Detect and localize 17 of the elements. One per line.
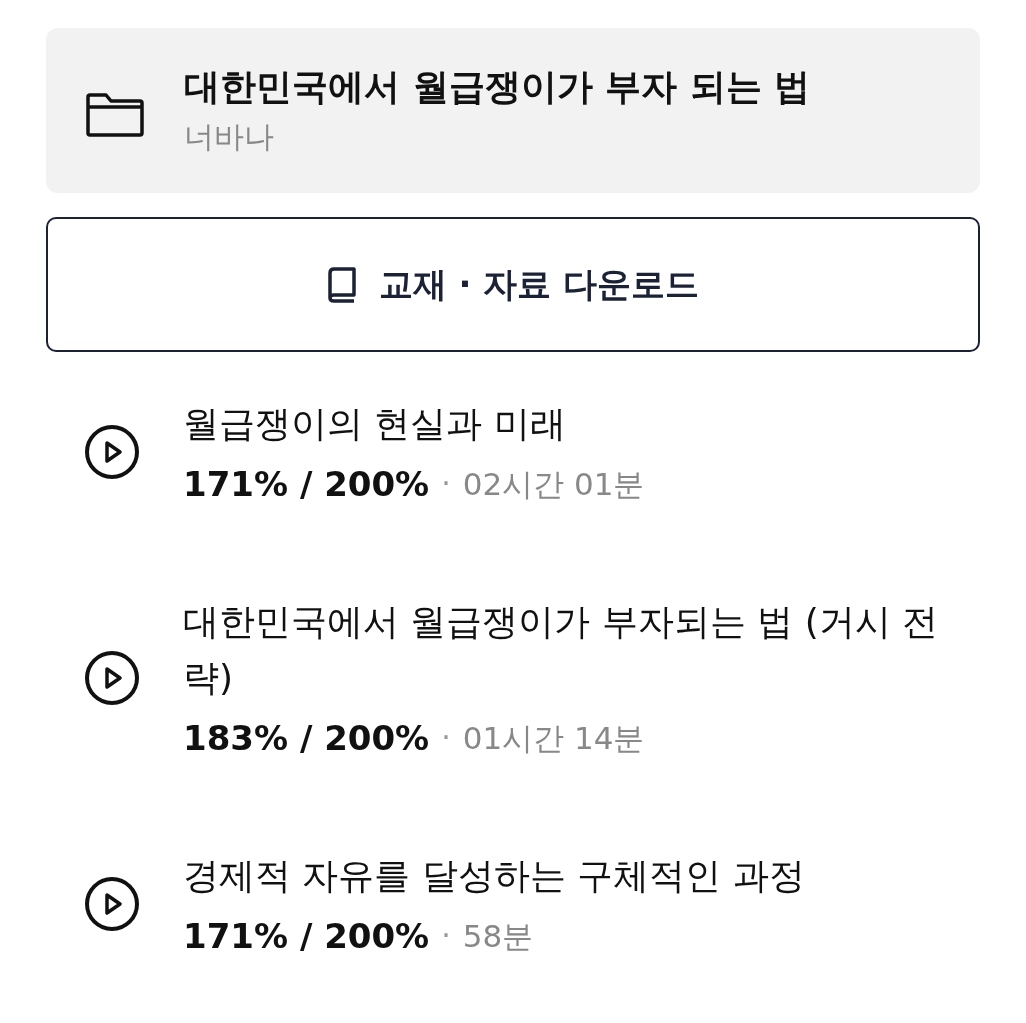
lesson-duration: 02시간 01분 [462, 465, 645, 504]
play-icon[interactable] [84, 424, 140, 480]
folder-icon [86, 92, 144, 137]
separator-dot: · [441, 465, 451, 503]
lesson-title[interactable]: 대한민국에서 월급쟁이가 부자되는 법 (거시 전략) [183, 594, 963, 706]
download-button[interactable]: 교재 · 자료 다운로드 [46, 217, 980, 352]
course-author: 너바나 [184, 117, 275, 156]
separator-dot: · [441, 917, 451, 955]
separator-dot: · [441, 719, 451, 757]
play-icon[interactable] [84, 876, 140, 932]
play-icon[interactable] [84, 650, 140, 706]
book-icon [326, 266, 357, 303]
lesson-duration: 01시간 14분 [462, 719, 645, 758]
course-title: 대한민국에서 월급쟁이가 부자 되는 법 [184, 64, 811, 109]
lesson-title[interactable]: 경제적 자유를 달성하는 구체적인 과정 [183, 848, 963, 904]
lesson-duration: 58분 [462, 917, 534, 956]
lesson-title[interactable]: 월급쟁이의 현실과 미래 [183, 396, 963, 452]
